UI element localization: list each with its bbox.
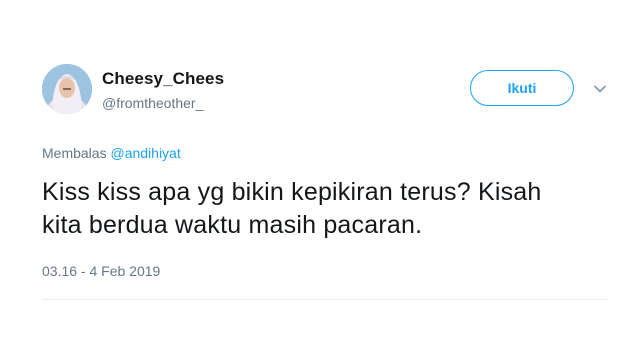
follow-button[interactable]: Ikuti: [470, 70, 574, 106]
user-handle[interactable]: @fromtheother_: [102, 94, 224, 112]
display-name[interactable]: Cheesy_Chees: [102, 69, 224, 89]
avatar-image: [42, 64, 92, 114]
tweet-text-line-1: Kiss kiss apa yg bikin kepikiran terus? …: [42, 178, 542, 206]
reply-prefix: Membalas: [42, 145, 107, 161]
tweet-timestamp[interactable]: 03.16 - 4 Feb 2019: [42, 262, 160, 280]
user-info: Cheesy_Chees @fromtheother_: [102, 69, 224, 112]
tweet-text-line-2: kita berdua waktu masih pacaran.: [42, 211, 423, 239]
reply-context: Membalas @andihiyat: [42, 144, 181, 162]
avatar[interactable]: [42, 64, 92, 114]
divider: [42, 299, 608, 300]
tweet-text: Kiss kiss apa yg bikin kepikiran terus? …: [42, 176, 622, 242]
tweet-card: Cheesy_Chees @fromtheother_ Ikuti Membal…: [0, 0, 640, 360]
reply-mention-link[interactable]: @andihiyat: [110, 145, 180, 161]
chevron-down-icon[interactable]: [593, 82, 607, 96]
